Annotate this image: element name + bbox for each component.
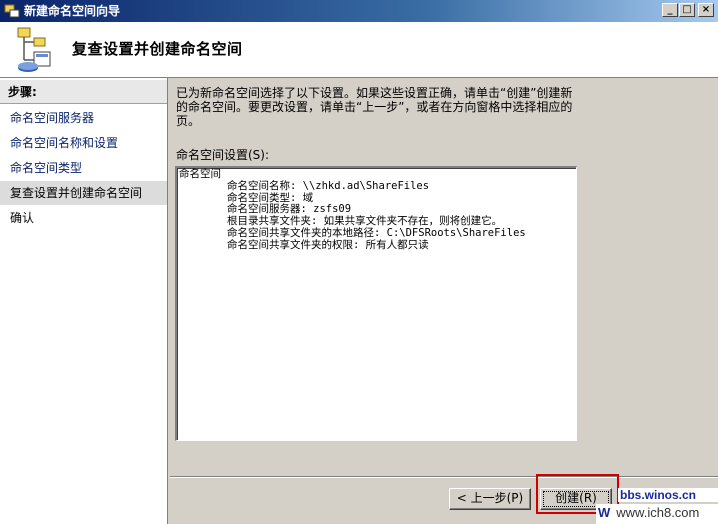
page-heading: 复查设置并创建命名空间 bbox=[72, 40, 243, 58]
step-namespace-name-settings[interactable]: 命名空间名称和设置 bbox=[0, 131, 167, 155]
window-title: 新建命名空间向导 bbox=[24, 4, 121, 18]
description-text: 已为新命名空间选择了以下设置。如果这些设置正确，请单击“创建”创建新的命名空间。… bbox=[176, 86, 573, 128]
watermark-logo-letter: W bbox=[598, 505, 611, 520]
wizard-header: 复查设置并创建命名空间 bbox=[0, 22, 718, 78]
wizard-app-icon bbox=[4, 4, 20, 18]
title-bar: 新建命名空间向导 _ □ × bbox=[0, 0, 718, 22]
maximize-button[interactable]: □ bbox=[679, 3, 695, 17]
step-namespace-server[interactable]: 命名空间服务器 bbox=[0, 106, 167, 130]
back-button[interactable]: < 上一步(P) bbox=[449, 488, 531, 510]
watermark-forum: bbs.winos.cn bbox=[618, 488, 718, 502]
settings-label: 命名空间设置(S): bbox=[176, 148, 270, 162]
steps-sidebar: 步骤: 命名空间服务器 命名空间名称和设置 命名空间类型 复查设置并创建命名空间… bbox=[0, 78, 168, 524]
step-namespace-type[interactable]: 命名空间类型 bbox=[0, 156, 167, 180]
settings-line: 命名空间名称: \\zhkd.ad\ShareFiles bbox=[227, 179, 430, 192]
footer-separator bbox=[170, 476, 718, 478]
settings-textbox[interactable]: 命名空间 命名空间名称: \\zhkd.ad\ShareFiles 命名空间类型… bbox=[175, 166, 577, 441]
minimize-button[interactable]: _ bbox=[662, 3, 678, 17]
settings-line: 命名空间共享文件夹的本地路径: C:\DFSRoots\ShareFiles bbox=[227, 226, 526, 239]
watermark-site: Wwww.ich8.com bbox=[596, 504, 718, 524]
steps-title: 步骤: bbox=[0, 80, 167, 104]
namespace-tree-icon bbox=[17, 27, 51, 72]
close-button[interactable]: × bbox=[698, 3, 714, 17]
step-review-create[interactable]: 复查设置并创建命名空间 bbox=[0, 181, 167, 205]
watermark-url: www.ich8.com bbox=[616, 505, 700, 520]
settings-line: 命名空间共享文件夹的权限: 所有人都只读 bbox=[227, 238, 429, 251]
step-confirmation: 确认 bbox=[10, 211, 35, 225]
